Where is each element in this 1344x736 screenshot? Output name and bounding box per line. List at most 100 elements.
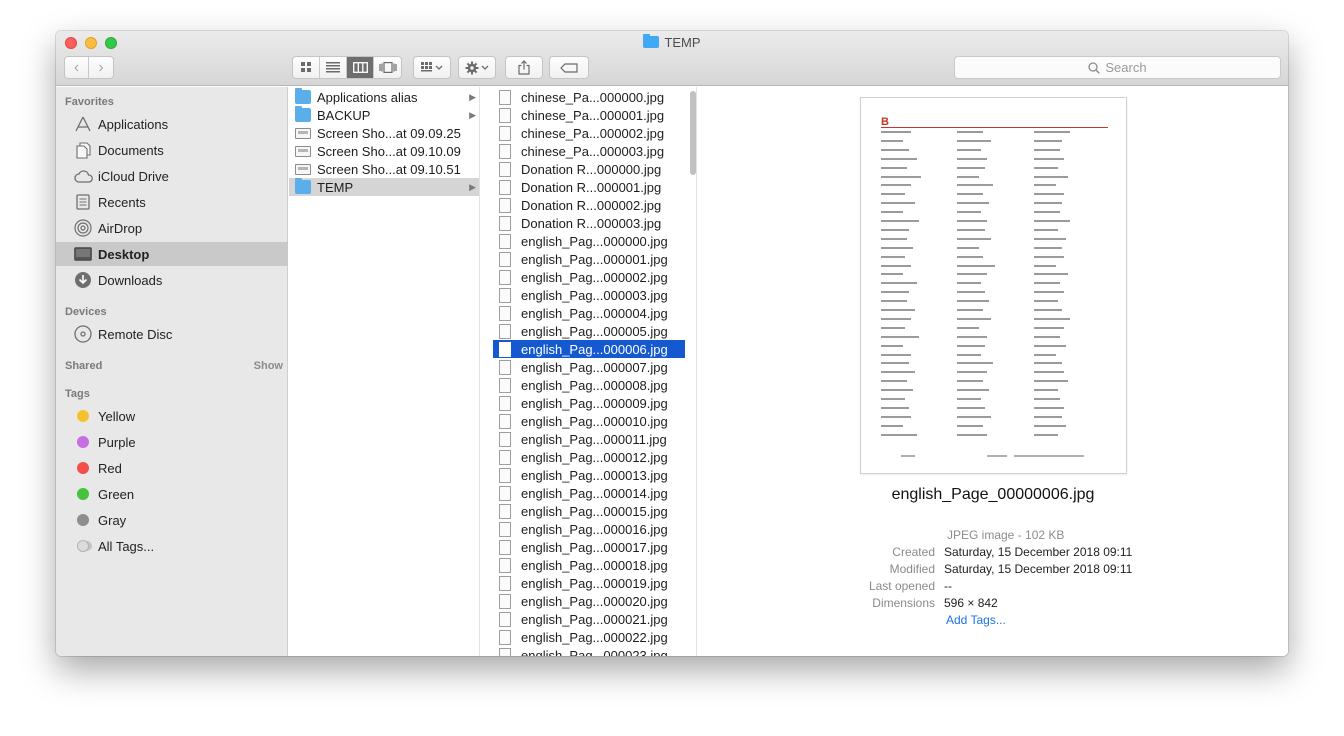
file-row[interactable]: english_Pag...000018.jpg xyxy=(493,556,685,574)
sidebar-item-applications[interactable]: Applications xyxy=(56,112,288,136)
file-row[interactable]: english_Pag...000003.jpg xyxy=(493,286,685,304)
sidebar-tag-purple[interactable]: Purple xyxy=(56,430,288,454)
file-row[interactable]: english_Pag...000005.jpg xyxy=(493,322,685,340)
applications-icon xyxy=(73,115,93,133)
file-row[interactable]: chinese_Pa...000003.jpg xyxy=(493,142,685,160)
sidebar-tag-all-tags[interactable]: All Tags... xyxy=(56,534,288,558)
file-row[interactable]: english_Pag...000002.jpg xyxy=(493,268,685,286)
icon-view-button[interactable] xyxy=(293,57,320,78)
sidebar-item-label: iCloud Drive xyxy=(98,168,169,184)
thumbnail-text-line xyxy=(881,406,909,409)
thumbnail-text-line xyxy=(881,148,909,151)
thumbnail-text-line xyxy=(881,246,913,249)
folder-icon xyxy=(295,106,311,122)
file-row[interactable]: english_Pag...000000.jpg xyxy=(493,232,685,250)
column-item-screen-sho-at-09-10-09[interactable]: Screen Sho...at 09.10.09 xyxy=(289,142,479,160)
file-row[interactable]: chinese_Pa...000002.jpg xyxy=(493,124,685,142)
file-row[interactable]: english_Pag...000004.jpg xyxy=(493,304,685,322)
file-row[interactable]: Donation R...000002.jpg xyxy=(493,196,685,214)
thumbnail-text-line xyxy=(1034,264,1056,267)
column-view-button[interactable] xyxy=(347,57,374,78)
file-row[interactable]: english_Pag...000010.jpg xyxy=(493,412,685,430)
tag-color-icon xyxy=(73,537,93,555)
file-row[interactable]: english_Pag...000011.jpg xyxy=(493,430,685,448)
thumbnail-text-line xyxy=(881,139,903,142)
thumbnail-text-line xyxy=(1034,202,1062,205)
image-file-icon xyxy=(499,179,511,195)
file-name: Donation R...000003.jpg xyxy=(521,215,662,231)
column-item-applications-alias[interactable]: Applications alias ▶ xyxy=(289,88,479,106)
file-row[interactable]: english_Pag...000007.jpg xyxy=(493,358,685,376)
thumbnail-text-line xyxy=(1034,371,1064,374)
favorites-header: Favorites xyxy=(65,96,114,108)
thumbnail-text-line xyxy=(957,193,983,196)
arrange-button[interactable] xyxy=(413,56,451,79)
file-row[interactable]: english_Pag...000013.jpg xyxy=(493,466,685,484)
file-row[interactable]: english_Pag...000019.jpg xyxy=(493,574,685,592)
file-row[interactable]: english_Pag...000001.jpg xyxy=(493,250,685,268)
file-row[interactable]: chinese_Pa...000000.jpg xyxy=(493,88,685,106)
thumbnail-text-line xyxy=(1034,398,1060,400)
sidebar-tag-green[interactable]: Green xyxy=(56,482,288,506)
file-row[interactable]: english_Pag...000012.jpg xyxy=(493,448,685,466)
back-button[interactable]: ‹ xyxy=(65,57,89,78)
file-row[interactable]: english_Pag...000021.jpg xyxy=(493,610,685,628)
thumbnail-text-line xyxy=(957,184,993,187)
search-field[interactable]: Search xyxy=(954,56,1281,79)
sidebar-tag-red[interactable]: Red xyxy=(56,456,288,480)
thumbnail-text-line xyxy=(881,326,905,329)
gear-icon xyxy=(465,61,489,74)
thumbnail-footer-line xyxy=(901,455,915,457)
file-row[interactable]: english_Pag...000020.jpg xyxy=(493,592,685,610)
add-tags-link[interactable]: Add Tags... xyxy=(946,613,1006,627)
sidebar-item-icloud-drive[interactable]: iCloud Drive xyxy=(56,164,288,188)
shared-show-button[interactable]: Show xyxy=(254,360,283,372)
tags-header: Tags xyxy=(65,388,90,400)
file-name: english_Pag...000007.jpg xyxy=(521,359,668,375)
scrollbar[interactable] xyxy=(690,91,696,175)
thumbnail-text-line xyxy=(1034,246,1062,249)
sidebar-tag-yellow[interactable]: Yellow xyxy=(56,404,288,428)
sidebar-item-desktop[interactable]: Desktop xyxy=(56,242,288,266)
column-item-temp[interactable]: TEMP ▶ xyxy=(289,178,479,196)
file-row[interactable]: Donation R...000000.jpg xyxy=(493,160,685,178)
file-row[interactable]: english_Pag...000008.jpg xyxy=(493,376,685,394)
sidebar-item-documents[interactable]: Documents xyxy=(56,138,288,162)
file-row[interactable]: chinese_Pa...000001.jpg xyxy=(493,106,685,124)
sidebar-item-downloads[interactable]: Downloads xyxy=(56,268,288,292)
file-name: english_Pag...000000.jpg xyxy=(521,233,668,249)
column-item-screen-sho-at-09-09-25[interactable]: Screen Sho...at 09.09.25 xyxy=(289,124,479,142)
file-row[interactable]: english_Pag...000006.jpg xyxy=(493,340,685,358)
sidebar-item-remote-disc[interactable]: Remote Disc xyxy=(56,322,288,346)
thumbnail-text-line xyxy=(957,335,987,338)
file-row[interactable]: Donation R...000001.jpg xyxy=(493,178,685,196)
file-row[interactable]: english_Pag...000022.jpg xyxy=(493,628,685,646)
file-row[interactable]: english_Pag...000015.jpg xyxy=(493,502,685,520)
meta-label-created: Created xyxy=(892,545,935,559)
share-button[interactable] xyxy=(505,56,543,79)
file-row[interactable]: Donation R...000003.jpg xyxy=(493,214,685,232)
sidebar-tag-label: Red xyxy=(98,460,122,476)
action-button[interactable] xyxy=(458,56,496,79)
column-item-label: Screen Sho...at 09.10.09 xyxy=(317,143,461,159)
list-view-button[interactable] xyxy=(320,57,347,78)
sidebar-item-label: Remote Disc xyxy=(98,326,173,342)
file-row[interactable]: english_Pag...000017.jpg xyxy=(493,538,685,556)
file-row[interactable]: english_Pag...000023.jpg xyxy=(493,646,685,656)
file-row[interactable]: english_Pag...000016.jpg xyxy=(493,520,685,538)
sidebar-tag-gray[interactable]: Gray xyxy=(56,508,288,532)
thumbnail-text-line xyxy=(1034,282,1060,285)
file-name: english_Pag...000013.jpg xyxy=(521,467,668,483)
column-item-screen-sho-at-09-10-51[interactable]: Screen Sho...at 09.10.51 xyxy=(289,160,479,178)
tags-button[interactable] xyxy=(549,56,589,79)
thumbnail-text-line xyxy=(881,344,903,347)
column-item-backup[interactable]: BACKUP ▶ xyxy=(289,106,479,124)
shared-header: Shared xyxy=(65,360,103,372)
file-row[interactable]: english_Pag...000009.jpg xyxy=(493,394,685,412)
sidebar-item-airdrop[interactable]: AirDrop xyxy=(56,216,288,240)
file-row[interactable]: english_Pag...000014.jpg xyxy=(493,484,685,502)
forward-button[interactable]: › xyxy=(89,57,113,78)
cover-flow-view-button[interactable] xyxy=(374,57,401,78)
sidebar-item-recents[interactable]: Recents xyxy=(56,190,288,214)
sidebar: Favorites Applications Documents iCloud Dr… xyxy=(56,87,288,656)
